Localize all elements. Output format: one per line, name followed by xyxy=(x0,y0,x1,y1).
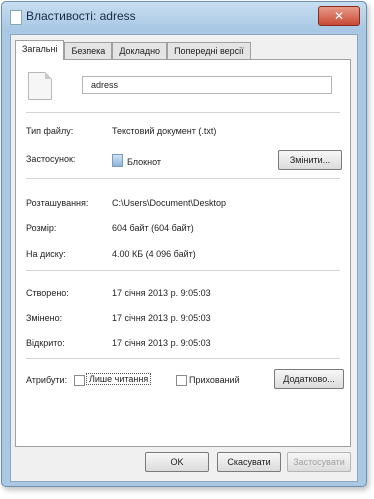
divider xyxy=(26,358,340,359)
readonly-label[interactable]: Лише читання xyxy=(86,373,152,385)
application-label: Застосунок: xyxy=(26,154,76,164)
hidden-checkbox[interactable] xyxy=(176,375,187,386)
hidden-label[interactable]: Прихований xyxy=(189,375,240,385)
attributes-label: Атрибути: xyxy=(26,375,68,385)
application-name: Блокнот xyxy=(127,157,162,167)
location-label: Розташування: xyxy=(26,198,89,208)
tab-security[interactable]: Безпека xyxy=(64,42,113,60)
application-value: Блокнот xyxy=(112,154,161,167)
title-bar[interactable]: Властивості: adress ✕ xyxy=(2,2,366,32)
ok-button[interactable]: OK xyxy=(145,452,209,472)
readonly-checkbox[interactable] xyxy=(74,375,85,386)
divider xyxy=(26,270,340,271)
change-button[interactable]: Змінити... xyxy=(278,150,342,170)
window-title: Властивості: adress xyxy=(26,9,136,23)
modified-value: 17 січня 2013 р. 9:05:03 xyxy=(112,313,211,323)
disk-size-label: На диску: xyxy=(26,249,66,259)
dialog-body: Загальні Безпека Докладно Попередні верс… xyxy=(10,34,358,482)
accessed-value: 17 січня 2013 р. 9:05:03 xyxy=(112,338,211,348)
file-type-value: Текстовий документ (.txt) xyxy=(112,126,217,136)
close-button[interactable]: ✕ xyxy=(318,6,360,26)
disk-size-value: 4.00 КБ (4 096 байт) xyxy=(112,249,196,259)
notepad-icon xyxy=(112,154,123,167)
cancel-button[interactable]: Скасувати xyxy=(217,452,281,472)
tab-general[interactable]: Загальні xyxy=(15,40,65,60)
divider xyxy=(26,178,340,179)
properties-window: Властивості: adress ✕ Загальні Безпека Д… xyxy=(1,1,367,487)
divider xyxy=(26,112,340,113)
size-value: 604 байт (604 байт) xyxy=(112,223,194,233)
tab-strip: Загальні Безпека Докладно Попередні верс… xyxy=(15,40,251,60)
size-label: Розмір: xyxy=(26,223,57,233)
general-tab-panel: Тип файлу: Текстовий документ (.txt) Зас… xyxy=(15,59,351,447)
tab-details[interactable]: Докладно xyxy=(112,42,168,60)
modified-label: Змінено: xyxy=(26,313,63,323)
tab-previous-versions[interactable]: Попередні версії xyxy=(167,42,251,60)
file-name-input[interactable] xyxy=(82,76,332,94)
created-value: 17 січня 2013 р. 9:05:03 xyxy=(112,288,211,298)
accessed-label: Відкрито: xyxy=(26,338,65,348)
file-type-label: Тип файлу: xyxy=(26,126,74,136)
location-value: C:\Users\Document\Desktop xyxy=(112,198,227,208)
text-file-icon xyxy=(28,72,52,100)
document-icon xyxy=(10,10,22,25)
apply-button: Застосувати xyxy=(287,452,351,472)
advanced-button[interactable]: Додатково... xyxy=(274,369,344,389)
created-label: Створено: xyxy=(26,288,69,298)
